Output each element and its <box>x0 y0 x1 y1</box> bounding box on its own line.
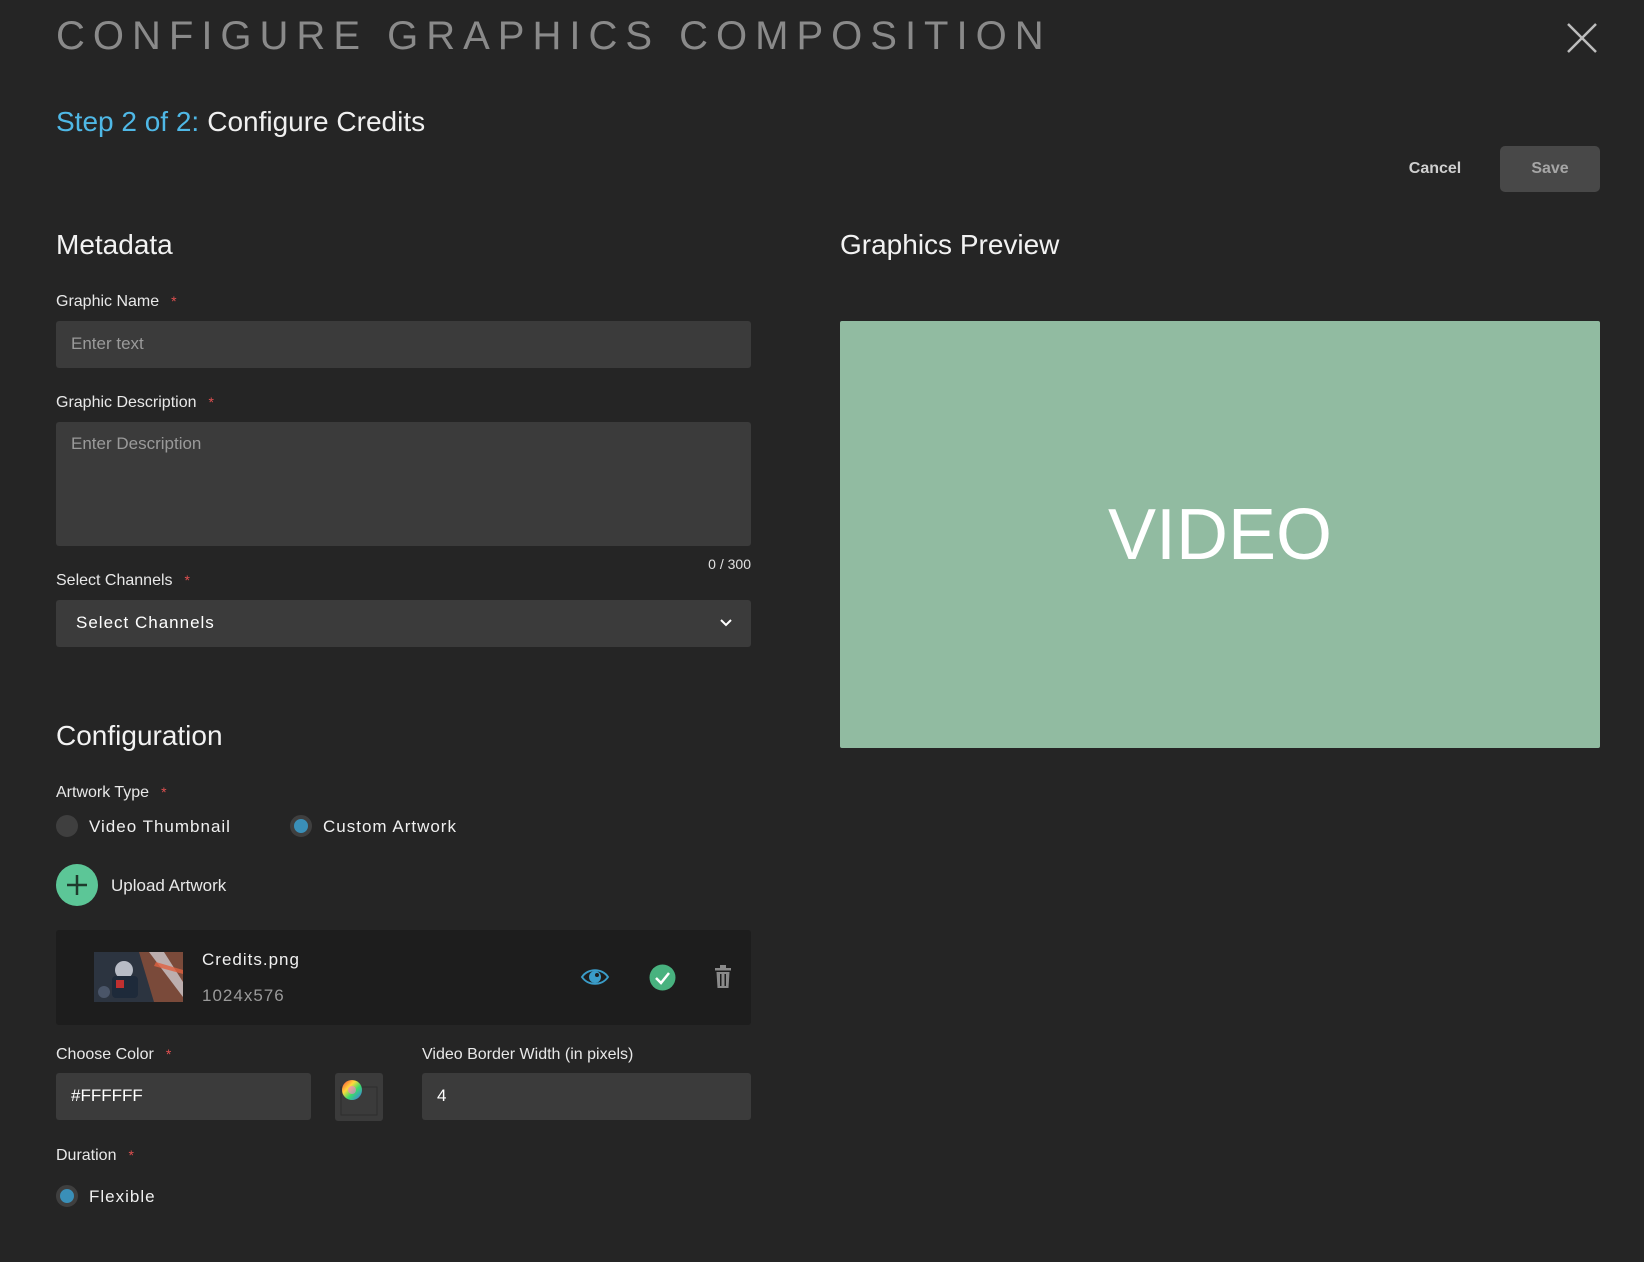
artwork-file-name: Credits.png <box>202 950 300 969</box>
character-counter: 0 / 300 <box>708 556 751 572</box>
artwork-file-card: Credits.png 1024x576 <box>56 930 751 1025</box>
upload-artwork-label[interactable]: Upload Artwork <box>111 876 226 896</box>
color-picker-button[interactable] <box>335 1073 383 1121</box>
required-marker: * <box>128 1147 134 1163</box>
border-width-label: Video Border Width (in pixels) <box>422 1046 634 1063</box>
graphics-preview-canvas: VIDEO <box>840 321 1600 748</box>
trash-icon <box>715 965 731 988</box>
duration-label-text: Duration <box>56 1147 117 1164</box>
border-width-input[interactable]: 4 <box>422 1073 751 1120</box>
radio-flexible[interactable] <box>56 1185 78 1207</box>
upload-artwork-button[interactable] <box>56 864 98 906</box>
radio-flexible-label[interactable]: Flexible <box>89 1187 156 1207</box>
color-wheel-icon <box>340 1080 378 1116</box>
artwork-thumbnail-image <box>94 952 183 1002</box>
graphic-name-placeholder: Enter text <box>71 334 144 353</box>
required-marker: * <box>165 1046 172 1062</box>
select-channels-dropdown[interactable]: Select Channels <box>56 600 751 647</box>
graphic-description-label-text: Graphic Description <box>56 394 197 411</box>
select-channels-label: Select Channels * <box>56 572 190 590</box>
graphic-name-input[interactable]: Enter text <box>56 321 751 368</box>
save-button[interactable]: Save <box>1500 146 1600 192</box>
artwork-type-label: Artwork Type * <box>56 784 167 802</box>
color-hex-input[interactable]: #FFFFFF <box>56 1073 311 1120</box>
chevron-down-icon <box>720 619 732 627</box>
radio-custom-artwork[interactable] <box>290 815 312 837</box>
required-marker: * <box>208 394 214 410</box>
select-channels-value: Select Channels <box>76 613 215 632</box>
plus-icon <box>67 875 87 895</box>
duration-label: Duration * <box>56 1147 134 1165</box>
required-marker: * <box>171 293 177 309</box>
cancel-button[interactable]: Cancel <box>1388 146 1482 192</box>
required-marker: * <box>184 572 190 588</box>
step-indicator: Step 2 of 2: Configure Credits <box>56 106 425 138</box>
video-placeholder-text: VIDEO <box>1107 494 1333 575</box>
artwork-file-dimensions: 1024x576 <box>202 986 285 1005</box>
border-width-value: 4 <box>437 1086 447 1105</box>
artwork-thumbnail <box>94 952 183 1002</box>
artwork-type-label-text: Artwork Type <box>56 784 150 801</box>
step-label: Step 2 of 2: <box>56 106 200 137</box>
configuration-heading: Configuration <box>56 720 223 751</box>
page-title: CONFIGURE GRAPHICS COMPOSITION <box>56 14 1052 58</box>
graphic-description-label: Graphic Description * <box>56 394 214 412</box>
choose-color-label: Choose Color * <box>56 1046 171 1064</box>
radio-video-thumbnail[interactable] <box>56 815 78 837</box>
check-circle-icon <box>649 964 676 991</box>
radio-video-thumbnail-label[interactable]: Video Thumbnail <box>89 817 231 837</box>
color-hex-value: #FFFFFF <box>71 1086 143 1105</box>
graphics-preview-heading: Graphics Preview <box>840 229 1060 260</box>
eye-icon <box>580 969 610 985</box>
graphic-name-label: Graphic Name * <box>56 293 177 311</box>
required-marker: * <box>161 784 167 800</box>
close-button[interactable] <box>1562 18 1602 58</box>
graphic-description-textarea[interactable]: Enter Description <box>56 422 751 546</box>
close-icon <box>1567 23 1597 53</box>
metadata-heading: Metadata <box>56 229 173 260</box>
graphic-description-placeholder: Enter Description <box>71 434 202 453</box>
select-channels-label-text: Select Channels <box>56 572 173 589</box>
graphic-name-label-text: Graphic Name <box>56 293 160 310</box>
delete-button[interactable] <box>714 965 732 989</box>
approve-check-button[interactable] <box>649 964 676 991</box>
step-name: Configure Credits <box>207 106 426 137</box>
preview-eye-button[interactable] <box>580 964 610 990</box>
choose-color-label-text: Choose Color <box>56 1046 154 1063</box>
radio-custom-artwork-label[interactable]: Custom Artwork <box>323 817 457 837</box>
